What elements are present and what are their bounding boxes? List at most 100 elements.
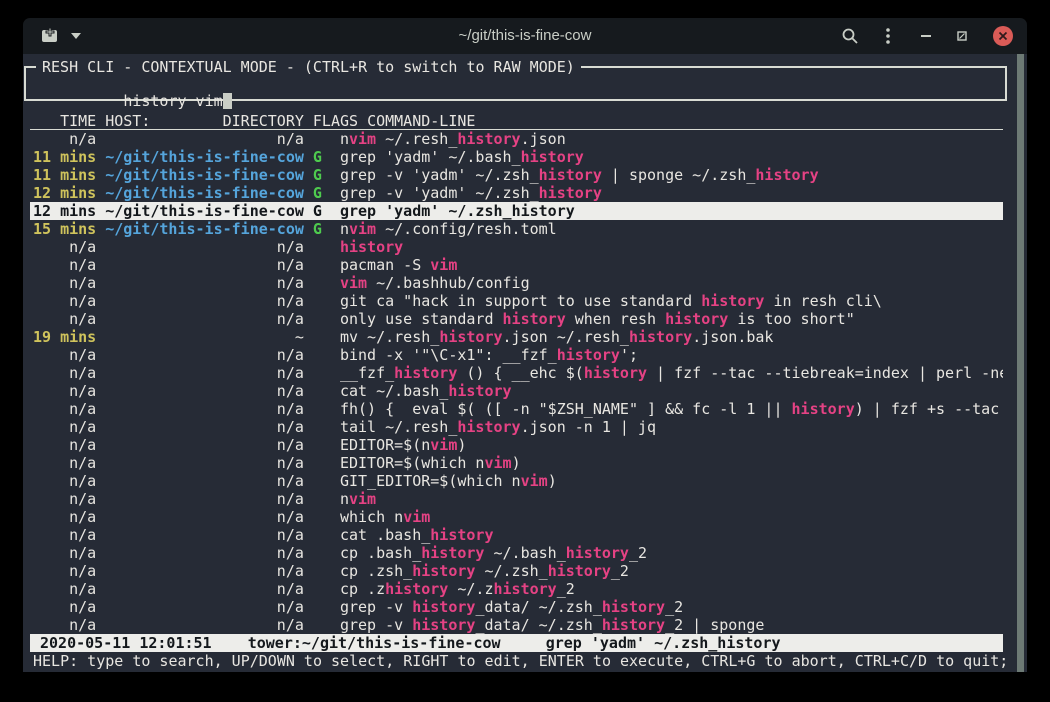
row-time: n/a [33,274,96,292]
history-row[interactable]: n/an/a__fzf_history () { __ehc $(history… [30,364,1003,382]
history-row[interactable]: n/an/afh() { eval $( ([ -n "$ZSH_NAME" ]… [30,400,1003,418]
kebab-menu-icon [885,27,891,45]
row-flags: G [313,220,322,238]
row-directory: n/a [105,544,304,562]
history-row[interactable]: 11 mins~/git/this-is-fine-cowGgrep 'yadm… [30,148,1003,166]
row-directory: ~ [105,328,304,346]
history-row[interactable]: n/an/anvim ~/.resh_history.json [30,130,1003,148]
row-time: 19 mins [33,328,96,346]
search-button[interactable] [841,27,859,45]
row-command: grep 'yadm' ~/.bash_history [340,148,584,166]
row-flags [313,310,322,328]
history-row[interactable]: n/an/acp .zsh_history ~/.zsh_history_2 [30,562,1003,580]
row-time: n/a [33,418,96,436]
menu-button[interactable] [885,27,891,45]
history-row[interactable]: n/an/ahistory [30,238,1003,256]
row-command: GIT_EDITOR=$(which nvim) [340,472,557,490]
close-button[interactable] [993,26,1013,46]
window-titlebar: ~/git/this-is-fine-cow [23,18,1027,54]
row-time: 12 mins [33,202,96,220]
row-command: only use standard history when resh hist… [340,310,855,328]
row-command: nvim ~/.config/resh.toml [340,220,557,238]
row-directory: n/a [105,598,304,616]
history-row[interactable]: n/an/atail ~/.resh_history.json -n 1 | j… [30,418,1003,436]
row-time: n/a [33,256,96,274]
history-row[interactable]: n/an/awhich nvim [30,508,1003,526]
row-directory: n/a [105,526,304,544]
history-row[interactable]: 11 mins~/git/this-is-fine-cowGgrep -v 'y… [30,166,1003,184]
history-row[interactable]: n/an/acat .bash_history [30,526,1003,544]
row-command: pacman -S vim [340,256,457,274]
history-row[interactable]: n/a n/a only use standard history when res… [30,310,1003,328]
history-row[interactable]: n/a n/a pacman -S vim [30,256,1003,274]
row-flags: G [313,148,322,166]
row-directory: n/a [105,400,304,418]
close-icon [998,31,1008,41]
row-command: grep -v 'yadm' ~/.zsh_history | sponge ~… [340,166,819,184]
header-directory: DIRECTORY [223,112,304,129]
row-time: n/a [33,292,96,310]
row-directory: ~/git/this-is-fine-cow [105,184,304,202]
row-directory: n/a [105,310,304,328]
row-command: vim ~/.bashhub/config [340,274,530,292]
row-directory: n/a [105,130,304,148]
history-row[interactable]: 15 mins ~/git/this-is-fine-cow Gnvim ~/.co… [30,220,1003,238]
row-time: n/a [33,346,96,364]
history-row[interactable]: n/an/aEDITOR=$(which nvim) [30,454,1003,472]
help-line: HELP: type to search, UP/DOWN to select,… [23,652,1027,672]
row-time: n/a [33,616,96,634]
row-time: n/a [33,400,96,418]
history-row[interactable]: 12 mins~/git/this-is-fine-cowGgrep -v 'y… [30,184,1003,202]
history-row[interactable]: n/an/agrep -v history_data/ ~/.zsh_histo… [30,616,1003,634]
history-row[interactable]: n/an/agit ca "hack in support to use sta… [30,292,1003,310]
row-time: n/a [33,490,96,508]
history-row[interactable]: n/an/aEDITOR=$(nvim) [30,436,1003,454]
row-command: bind -x '"\C-x1": __fzf_history'; [340,346,638,364]
history-row[interactable]: 12 mins~/git/this-is-fine-cowGgrep 'yadm… [30,202,1003,220]
history-row[interactable]: n/an/avim ~/.bashhub/config [30,274,1003,292]
titlebar-right-controls [841,18,1013,54]
row-flags [313,472,322,490]
minimize-button[interactable] [921,31,931,41]
row-command: grep -v history_data/ ~/.zsh_history_2 |… [340,616,764,634]
row-flags [313,418,322,436]
history-row[interactable]: n/a n/a bind -x '"\C-x1": __fzf_history'; [30,346,1003,364]
row-flags [313,364,322,382]
row-flags: G [313,166,322,184]
history-row[interactable]: n/an/acp .bash_history ~/.bash_history_2 [30,544,1003,562]
row-directory: n/a [105,346,304,364]
row-flags [313,328,322,346]
history-row[interactable]: n/an/aGIT_EDITOR=$(which nvim) [30,472,1003,490]
row-flags [313,454,322,472]
row-flags [313,580,322,598]
row-flags [313,598,322,616]
row-time: n/a [33,310,96,328]
row-flags [313,616,322,634]
row-time: 15 mins [33,220,96,238]
history-row[interactable]: n/an/acat ~/.bash_history [30,382,1003,400]
row-command: tail ~/.resh_history.json -n 1 | jq [340,418,656,436]
row-time: n/a [33,130,96,148]
row-time: n/a [33,526,96,544]
minimize-icon [921,31,931,41]
row-time: n/a [33,508,96,526]
row-time: n/a [33,562,96,580]
row-time: n/a [33,580,96,598]
row-directory: n/a [105,454,304,472]
scrollbar[interactable] [1017,54,1024,672]
row-flags: G [313,184,322,202]
history-table: TIME HOST:DIRECTORY FLAGS COMMAND-LINE n… [30,112,1003,634]
row-directory: n/a [105,256,304,274]
history-row[interactable]: n/an/agrep -v history_data/ ~/.zsh_histo… [30,598,1003,616]
text-cursor-block [223,93,232,109]
restore-button[interactable] [957,31,967,41]
row-directory: ~/git/this-is-fine-cow [105,220,304,238]
history-row[interactable]: n/an/acp .zhistory ~/.zhistory_2 [30,580,1003,598]
row-directory: n/a [105,508,304,526]
row-command: cp .zhistory ~/.zhistory_2 [340,580,575,598]
history-row[interactable]: n/an/anvim [30,490,1003,508]
row-time: n/a [33,598,96,616]
row-time: n/a [33,238,96,256]
history-row[interactable]: 19 mins~mv ~/.resh_history.json ~/.resh_… [30,328,1003,346]
status-bar: 2020-05-11 12:01:51tower:~/git/this-is-f… [30,634,1003,652]
